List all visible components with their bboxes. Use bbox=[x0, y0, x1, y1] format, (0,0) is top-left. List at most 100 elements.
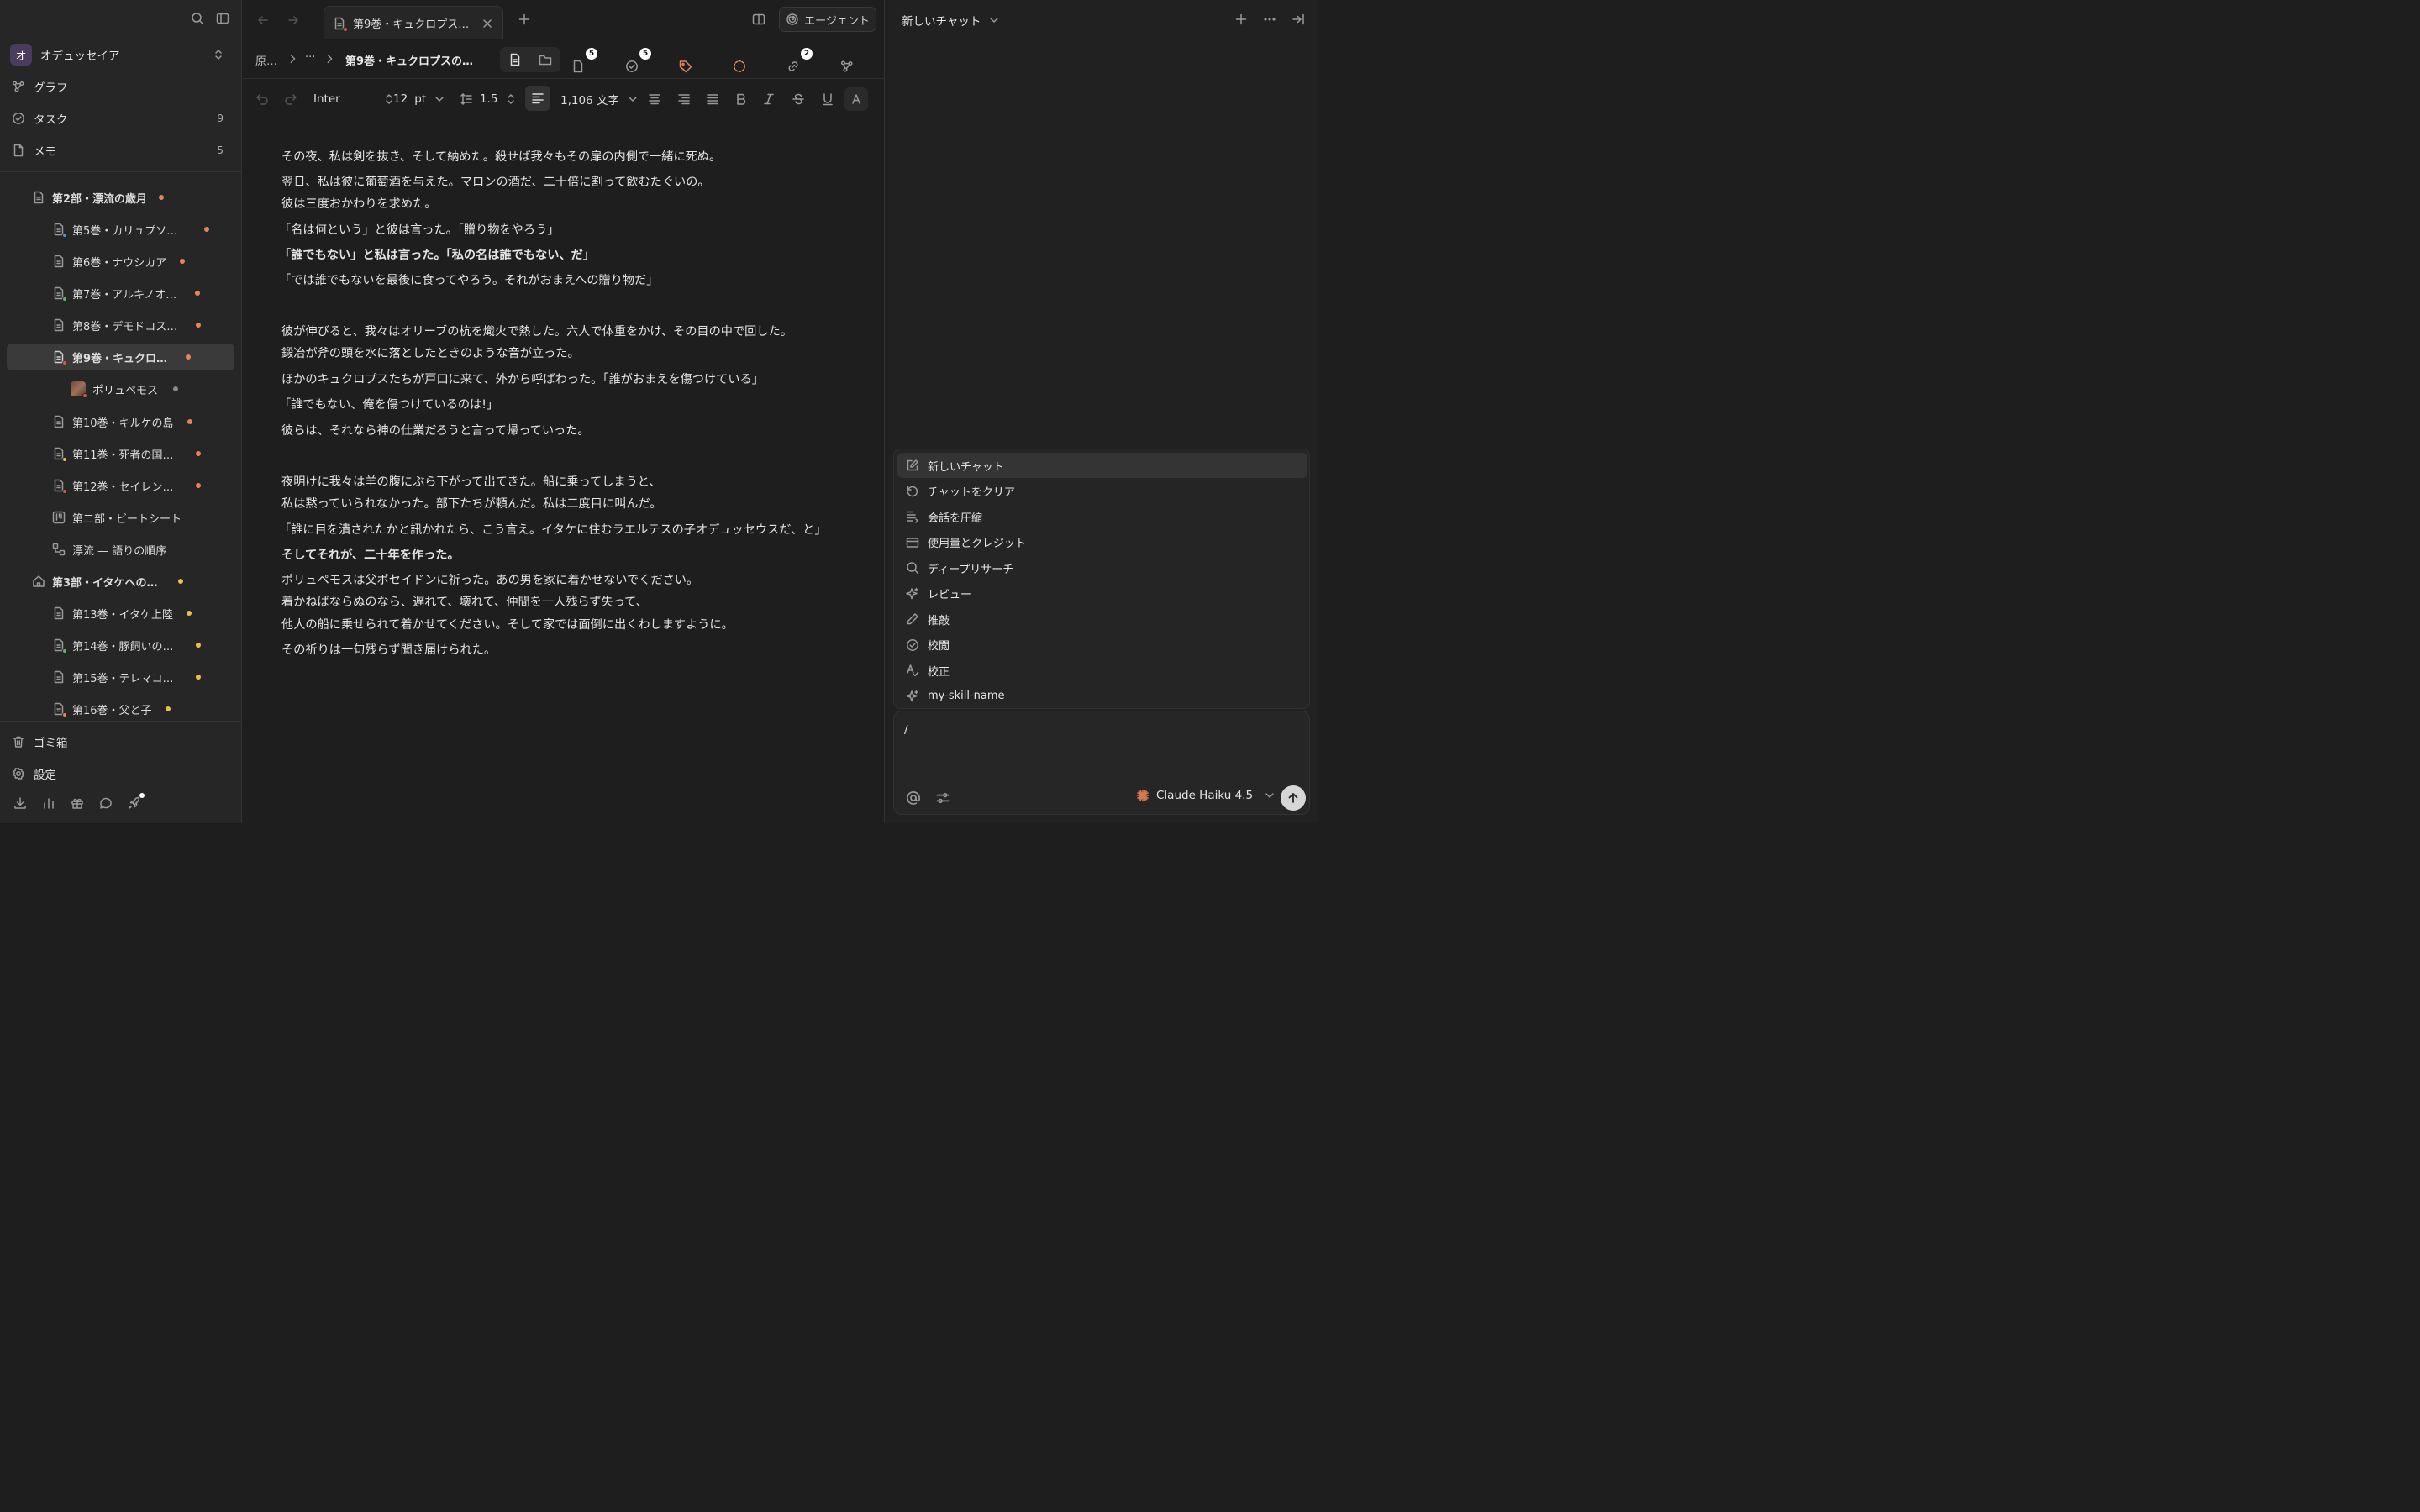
redo-icon[interactable] bbox=[284, 79, 297, 118]
nav-notes[interactable]: メモ 5 bbox=[12, 139, 232, 162]
underline-icon[interactable] bbox=[821, 79, 834, 118]
align-center-icon[interactable] bbox=[648, 79, 661, 118]
tree-item-book5[interactable]: 第5巻・カリュプソ… bbox=[52, 216, 210, 243]
chat-title-dropdown[interactable]: 新しいチャット bbox=[902, 12, 1001, 29]
tree-item-part3[interactable]: 第3部・イタケへの… bbox=[32, 568, 183, 595]
tag-button[interactable] bbox=[673, 54, 698, 79]
tree-item-book13[interactable]: 第13巻・イタケ上陸 bbox=[52, 600, 192, 627]
bold-icon[interactable] bbox=[734, 79, 748, 118]
model-selector[interactable]: Claude Haiku 4.5 bbox=[1136, 789, 1276, 802]
status-dot bbox=[159, 195, 165, 200]
tree-item-book11[interactable]: 第11巻・死者の国… bbox=[52, 440, 201, 467]
tasks-button[interactable]: 5 bbox=[619, 48, 651, 79]
tree-item-polyphemus[interactable]: ポリュペモス bbox=[71, 375, 179, 402]
document-icon bbox=[52, 255, 66, 268]
agent-label: エージェント bbox=[804, 14, 870, 28]
status-button[interactable] bbox=[727, 54, 752, 79]
menu-item-review[interactable]: レビュー bbox=[897, 581, 1307, 606]
new-chat-plus-icon[interactable] bbox=[1234, 13, 1248, 26]
tree-item-book8[interactable]: 第8巻・デモドコス… bbox=[52, 312, 202, 339]
word-count-select[interactable]: 1,106 文字 bbox=[560, 79, 639, 118]
menu-item-correct[interactable]: 校正 bbox=[897, 658, 1307, 683]
font-size-select[interactable]: 12 pt bbox=[393, 79, 446, 118]
align-left-button[interactable] bbox=[525, 86, 550, 111]
align-left-icon bbox=[531, 92, 544, 105]
tree-item-part2[interactable]: 第2部・漂流の歳月 bbox=[32, 184, 165, 211]
folder-icon[interactable] bbox=[539, 53, 552, 66]
at-mention-icon[interactable] bbox=[906, 790, 921, 806]
tree-item-book12[interactable]: 第12巻・セイレン… bbox=[52, 472, 201, 499]
chat-bubble-icon[interactable] bbox=[99, 796, 113, 810]
download-icon[interactable] bbox=[13, 796, 27, 810]
tree-item-book9[interactable]: 第9巻・キュクロ… bbox=[7, 344, 234, 370]
tree-item-book7[interactable]: 第7巻・アルキノオ… bbox=[52, 280, 201, 307]
tree-item-book16[interactable]: 第16巻・父と子 bbox=[52, 696, 171, 722]
menu-item-new-chat[interactable]: 新しいチャット bbox=[897, 453, 1307, 478]
graph-view-button[interactable] bbox=[834, 54, 860, 79]
tasks-badge: 5 bbox=[639, 48, 651, 60]
status-dot bbox=[177, 579, 183, 584]
format-toolbar: Inter 12 pt 1.5 1,106 文字 bbox=[243, 79, 884, 118]
breadcrumb-ellipsis[interactable]: ··· bbox=[305, 51, 315, 64]
file-icon bbox=[12, 144, 25, 157]
new-tab-plus-icon[interactable] bbox=[518, 13, 531, 26]
nav-graph[interactable]: グラフ bbox=[12, 75, 232, 98]
menu-item-label: レビュー bbox=[928, 589, 972, 601]
forward-arrow-icon[interactable] bbox=[287, 13, 300, 27]
line-height-select[interactable]: 1.5 bbox=[460, 79, 518, 118]
collapse-panel-icon[interactable] bbox=[1292, 13, 1305, 26]
paragraph: 夜明けに我々は羊の腹にぶら下がって出てきた。船に乗ってしまうと、 bbox=[281, 475, 661, 489]
strikethrough-icon[interactable] bbox=[792, 79, 805, 118]
menu-item-usage[interactable]: 使用量とクレジット bbox=[897, 530, 1307, 555]
nav-trash[interactable]: ゴミ箱 bbox=[12, 730, 232, 753]
undo-icon[interactable] bbox=[255, 79, 269, 118]
align-justify-icon[interactable] bbox=[706, 79, 719, 118]
sidebar-toggle-icon[interactable] bbox=[216, 12, 229, 25]
tab-book9[interactable]: 第9巻・キュクロプス… bbox=[324, 6, 503, 39]
tree-item-label: 第8巻・デモドコス… bbox=[72, 320, 178, 333]
bar-chart-icon[interactable] bbox=[42, 796, 55, 810]
tree-item-book6[interactable]: 第6巻・ナウシカア bbox=[52, 248, 186, 275]
document-view-icon[interactable] bbox=[508, 53, 522, 66]
menu-item-label: 使用量とクレジット bbox=[928, 538, 1027, 550]
menu-item-proofread[interactable]: 校閲 bbox=[897, 633, 1307, 658]
paragraph: その祈りは一句残らず聞き届けられた。 bbox=[281, 643, 497, 657]
menu-item-my-skill[interactable]: my-skill-name bbox=[897, 684, 1307, 709]
align-right-icon[interactable] bbox=[677, 79, 691, 118]
tree-item-book10[interactable]: 第10巻・キルケの島 bbox=[52, 408, 192, 435]
nav-settings[interactable]: 設定 bbox=[12, 762, 232, 785]
menu-item-revise[interactable]: 推敲 bbox=[897, 606, 1307, 632]
font-family-select[interactable]: Inter bbox=[313, 79, 396, 118]
gift-icon[interactable] bbox=[71, 796, 84, 810]
menu-item-label: ディープリサーチ bbox=[928, 563, 1014, 576]
tree-item-book15[interactable]: 第15巻・テレマコ… bbox=[52, 664, 201, 690]
workspace-switcher[interactable]: オ オデュッセイア bbox=[8, 42, 234, 67]
nav-tasks[interactable]: タスク 9 bbox=[12, 107, 232, 130]
breadcrumb-root[interactable]: 原… bbox=[255, 52, 277, 68]
breadcrumb-current[interactable]: 第9巻・キュクロプスの… bbox=[345, 52, 473, 68]
tree-item-order[interactable]: 漂流 — 語りの順序 bbox=[52, 536, 166, 563]
search-icon[interactable] bbox=[191, 12, 204, 25]
menu-item-compact[interactable]: 会話を圧縮 bbox=[897, 504, 1307, 529]
split-view-icon[interactable] bbox=[752, 13, 765, 26]
status-dot bbox=[165, 706, 171, 711]
menu-item-deep-research[interactable]: ディープリサーチ bbox=[897, 555, 1307, 580]
notes-button[interactable]: 5 bbox=[566, 48, 597, 79]
text-color-button[interactable] bbox=[844, 87, 868, 111]
close-icon[interactable] bbox=[481, 17, 494, 30]
rocket-icon[interactable] bbox=[128, 793, 145, 810]
send-button[interactable] bbox=[1281, 785, 1306, 811]
graph-icon bbox=[840, 60, 854, 73]
settings-sliders-icon[interactable] bbox=[935, 790, 950, 806]
links-button[interactable]: 2 bbox=[781, 48, 813, 79]
agent-button[interactable]: エージェント bbox=[779, 7, 876, 32]
sidebar-top-actions bbox=[191, 12, 229, 25]
tree-item-beatsheet[interactable]: 第二部・ビートシート bbox=[52, 504, 182, 531]
back-arrow-icon[interactable] bbox=[256, 13, 270, 27]
menu-item-clear-chat[interactable]: チャットをクリア bbox=[897, 479, 1307, 504]
more-horizontal-icon[interactable] bbox=[1263, 13, 1276, 26]
tree-item-book14[interactable]: 第14巻・豚飼いの… bbox=[52, 632, 201, 659]
text-color-icon bbox=[850, 92, 863, 106]
italic-icon[interactable] bbox=[762, 79, 776, 118]
chat-input[interactable]: / bbox=[904, 723, 908, 737]
